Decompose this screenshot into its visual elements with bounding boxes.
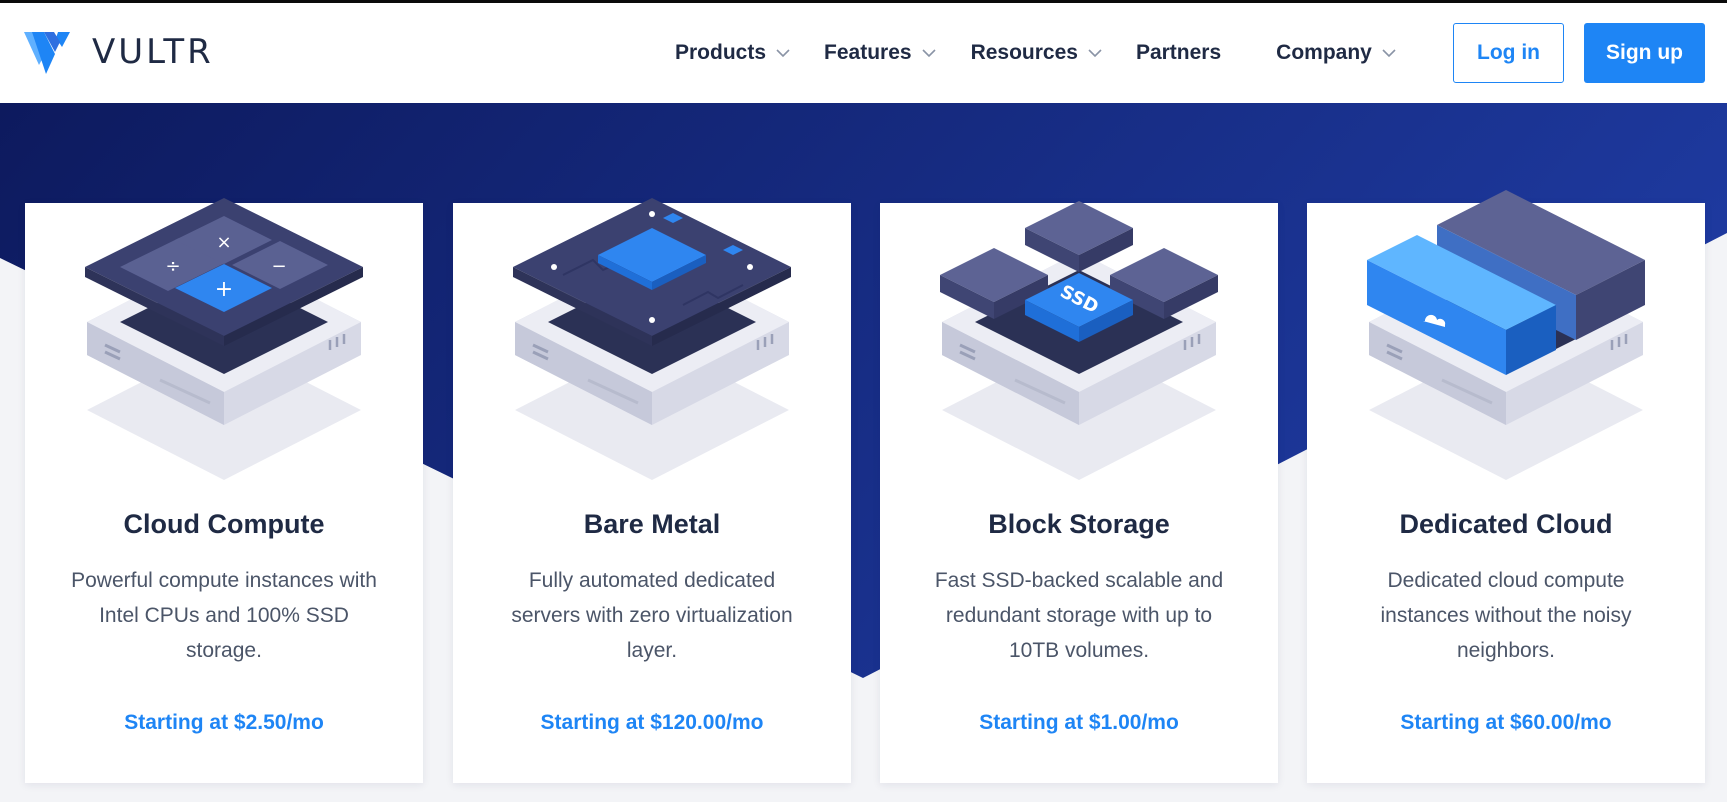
card-price-link[interactable]: Starting at $60.00/mo (1307, 711, 1705, 735)
svg-text:−: − (271, 256, 286, 277)
svg-text:÷: ÷ (165, 256, 180, 277)
card-price-link[interactable]: Starting at $2.50/mo (25, 711, 423, 735)
nav-features[interactable]: Features (824, 41, 936, 65)
nav-partners[interactable]: Partners (1136, 41, 1221, 65)
calculator-server-icon: × ÷ − + (85, 198, 363, 480)
chevron-down-icon (1088, 48, 1102, 58)
product-card-dedicated-cloud[interactable]: Dedicated Cloud Dedicated cloud compute … (1307, 190, 1705, 783)
nav-company[interactable]: Company (1276, 41, 1396, 65)
chevron-down-icon (776, 48, 790, 58)
card-price-link[interactable]: Starting at $120.00/mo (453, 711, 851, 735)
card-description: Fully automated dedicated servers with z… (511, 569, 793, 662)
card-description: Fast SSD-backed scalable and redundant s… (934, 569, 1224, 662)
login-button[interactable]: Log in (1453, 23, 1564, 83)
nav-features-label: Features (824, 41, 912, 64)
nav-company-label: Company (1276, 41, 1372, 64)
product-card-cloud-compute[interactable]: × ÷ − + Cloud Compute Powerful compute i… (25, 198, 423, 783)
brand-name: VULTR (92, 32, 214, 72)
signup-button[interactable]: Sign up (1584, 23, 1705, 83)
chevron-down-icon (921, 48, 936, 58)
brand-logo[interactable]: VULTR (24, 30, 214, 74)
card-price-link[interactable]: Starting at $1.00/mo (880, 711, 1278, 735)
vultr-logo-icon (24, 32, 70, 74)
site-header: VULTR Products Features Resources Partne… (0, 3, 1727, 103)
main-nav: Products Features Resources Partners Com… (675, 3, 1396, 103)
svg-text:×: × (216, 232, 231, 253)
chevron-down-icon (1382, 48, 1396, 58)
card-title: Dedicated Cloud (1399, 509, 1613, 539)
product-card-bare-metal[interactable]: Bare Metal Fully automated dedicated ser… (453, 198, 851, 783)
nav-products-label: Products (675, 41, 767, 64)
card-title: Block Storage (988, 509, 1170, 539)
card-description: Dedicated cloud compute instances withou… (1380, 569, 1632, 662)
nav-products[interactable]: Products (675, 41, 790, 65)
nav-resources-label: Resources (970, 41, 1078, 64)
ssd-storage-icon: SSD (940, 201, 1218, 480)
dedicated-cloud-icon (1367, 190, 1645, 480)
card-title: Bare Metal (583, 509, 721, 539)
nav-resources[interactable]: Resources (971, 41, 1102, 65)
processor-server-icon (513, 198, 791, 480)
product-card-block-storage[interactable]: SSD Block Storage Fast SSD-backed scalab… (880, 201, 1278, 783)
nav-partners-label: Partners (1135, 41, 1222, 64)
card-description: Powerful compute instances with Intel CP… (71, 569, 377, 662)
svg-text:+: + (215, 277, 233, 302)
card-title: Cloud Compute (123, 509, 325, 539)
